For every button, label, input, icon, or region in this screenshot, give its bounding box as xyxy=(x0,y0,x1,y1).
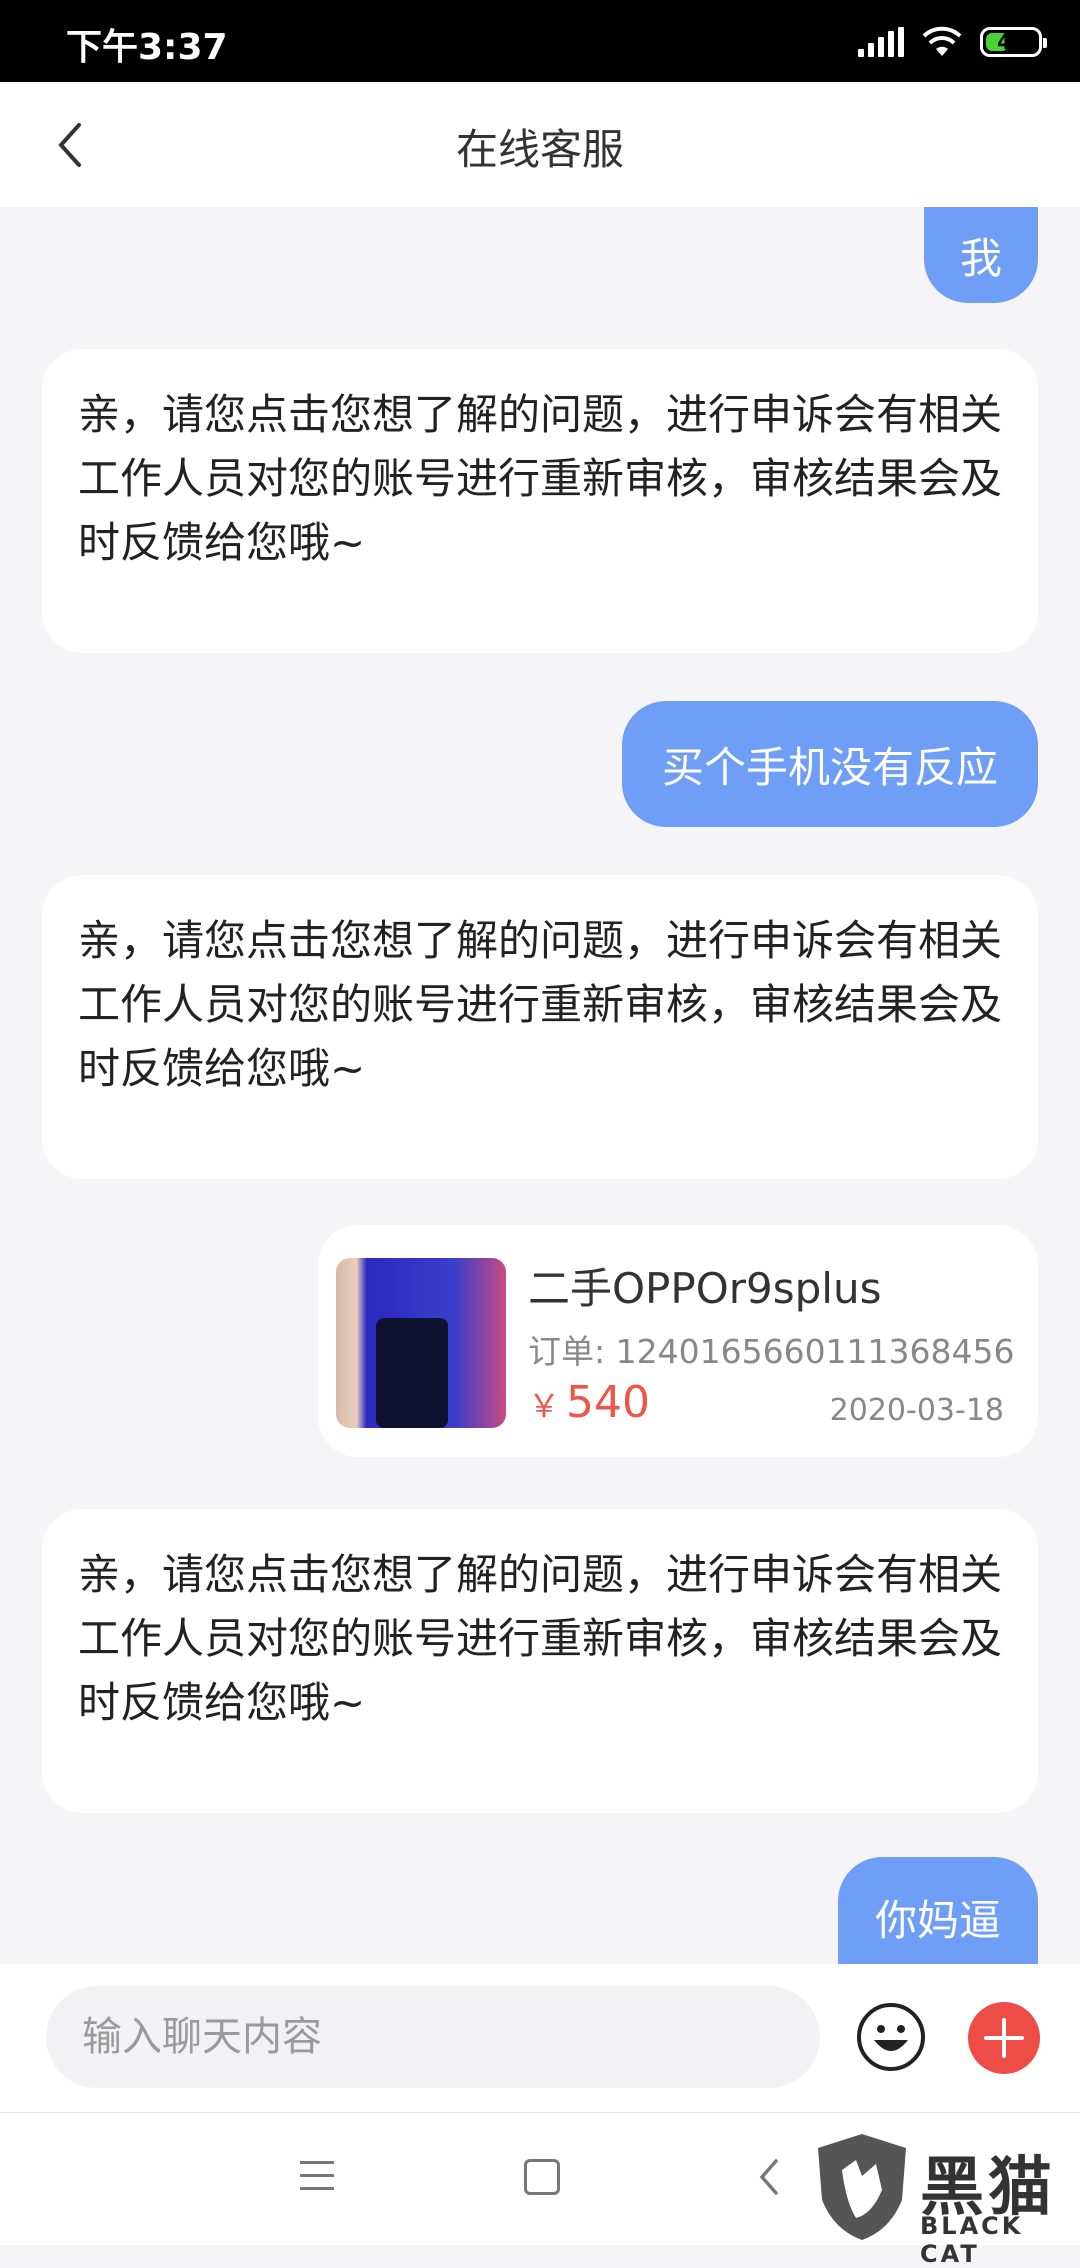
chat-input-bar: 输入聊天内容 xyxy=(0,1964,1080,2112)
product-price: ￥ 540 xyxy=(528,1377,650,1428)
watermark-logo: 黑猫 BLACK CAT xyxy=(800,2130,1080,2268)
product-name: 二手OPPOr9splus xyxy=(528,1264,882,1313)
price-value: 540 xyxy=(566,1377,650,1428)
message-text: 你妈逼 xyxy=(874,1895,1001,1945)
watermark-subtext: BLACK CAT xyxy=(920,2212,1024,2268)
smiley-icon xyxy=(857,2003,925,2071)
battery-level: 42 xyxy=(997,30,1025,54)
message-text: 亲，请您点击您想了解的问题，进行申诉会有相关工作人员对您的账号进行重新审核，审核… xyxy=(78,1550,1003,1727)
menu-icon[interactable] xyxy=(300,2161,334,2191)
chat-message-list[interactable]: 我 亲，请您点击您想了解的问题，进行申诉会有相关工作人员对您的账号进行重新审核，… xyxy=(0,207,1080,1964)
status-icons: 42 xyxy=(858,22,1047,62)
app-header: 在线客服 xyxy=(0,82,1080,207)
emoji-button[interactable] xyxy=(856,2002,926,2072)
product-thumbnail xyxy=(336,1258,506,1428)
add-button[interactable] xyxy=(968,2002,1040,2074)
back-triangle-icon[interactable] xyxy=(754,2157,784,2197)
user-message-bubble: 我 xyxy=(924,207,1038,303)
order-number: 订单: 1240165660111368456 xyxy=(528,1332,1015,1371)
currency-symbol: ￥ xyxy=(528,1387,561,1425)
home-square-icon[interactable] xyxy=(524,2159,560,2195)
agent-message-bubble: 亲，请您点击您想了解的问题，进行申诉会有相关工作人员对您的账号进行重新审核，审核… xyxy=(42,875,1038,1179)
battery-icon: 42 xyxy=(980,27,1047,57)
chat-input[interactable]: 输入聊天内容 xyxy=(46,1986,820,2088)
status-bar: 下午3:37 42 xyxy=(0,0,1080,82)
message-text: 买个手机没有反应 xyxy=(661,742,998,792)
order-date: 2020-03-18 xyxy=(829,1393,1004,1428)
cat-shield-icon xyxy=(818,2134,906,2240)
product-order-card[interactable]: 二手OPPOr9splus 订单: 1240165660111368456 ￥ 5… xyxy=(318,1225,1038,1457)
page-title: 在线客服 xyxy=(455,125,624,174)
wifi-icon xyxy=(922,26,962,56)
message-text: 亲，请您点击您想了解的问题，进行申诉会有相关工作人员对您的账号进行重新审核，审核… xyxy=(78,916,1003,1093)
signal-icon xyxy=(858,27,904,57)
status-time: 下午3:37 xyxy=(66,27,228,68)
agent-message-bubble: 亲，请您点击您想了解的问题，进行申诉会有相关工作人员对您的账号进行重新审核，审核… xyxy=(42,349,1038,653)
user-message-bubble: 买个手机没有反应 xyxy=(622,701,1038,827)
user-message-bubble: 你妈逼 xyxy=(838,1857,1038,1964)
agent-message-bubble: 亲，请您点击您想了解的问题，进行申诉会有相关工作人员对您的账号进行重新审核，审核… xyxy=(42,1509,1038,1813)
plus-icon xyxy=(984,2018,1024,2058)
message-text: 我 xyxy=(959,233,1002,283)
message-text: 亲，请您点击您想了解的问题，进行申诉会有相关工作人员对您的账号进行重新审核，审核… xyxy=(78,390,1003,567)
